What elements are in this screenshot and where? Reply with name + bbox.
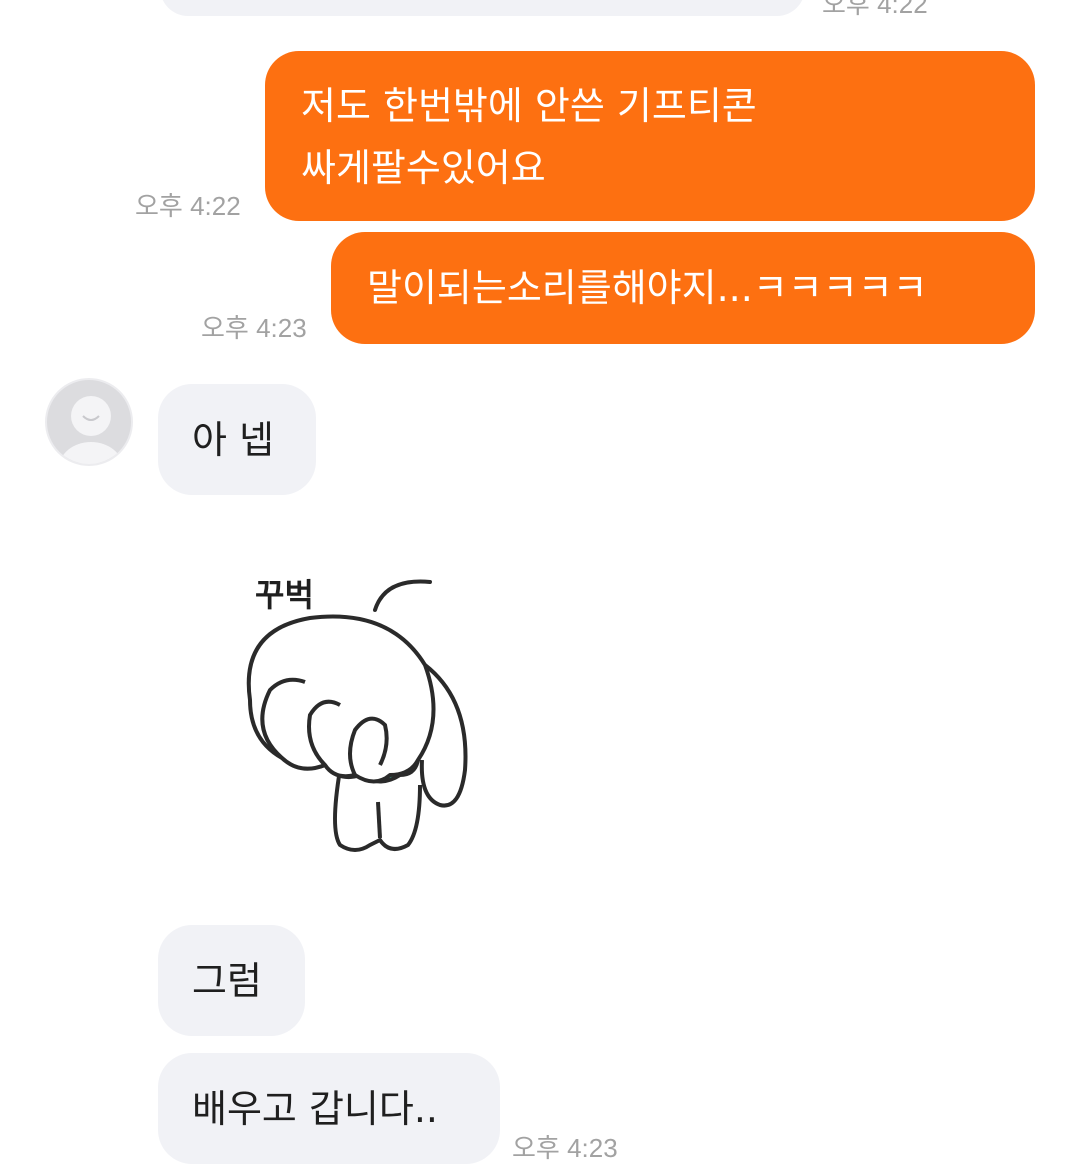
previous-message-bubble[interactable] [160, 0, 805, 16]
message-text: 배우고 갑니다.. [192, 1087, 438, 1131]
message-text: 말이되는소리를해야지...ㅋㅋㅋㅋㅋ [367, 266, 928, 310]
sender-avatar[interactable] [45, 378, 133, 466]
message-timestamp: 오후 4:23 [201, 313, 307, 343]
incoming-message-bubble[interactable]: 배우고 갑니다.. [158, 1053, 500, 1164]
message-text: 아 넵 [192, 418, 274, 462]
message-text-line: 저도 한번밖에 안쓴 기프티콘 [301, 84, 757, 128]
message-text-line: 싸게팔수있어요 [301, 146, 546, 190]
incoming-message-bubble[interactable]: 아 넵 [158, 384, 316, 495]
message-timestamp: 오후 4:23 [512, 1133, 618, 1163]
message-timestamp: 오후 4:22 [822, 0, 928, 19]
default-profile-icon [59, 396, 123, 464]
bowing-rabbit-sticker-icon[interactable] [230, 570, 490, 860]
message-text: 그럼 [192, 959, 262, 1003]
incoming-message-bubble[interactable]: 그럼 [158, 925, 305, 1036]
message-timestamp: 오후 4:22 [135, 191, 241, 221]
outgoing-message-bubble[interactable]: 저도 한번밖에 안쓴 기프티콘 싸게팔수있어요 [265, 51, 1035, 221]
outgoing-message-bubble[interactable]: 말이되는소리를해야지...ㅋㅋㅋㅋㅋ [331, 232, 1035, 344]
